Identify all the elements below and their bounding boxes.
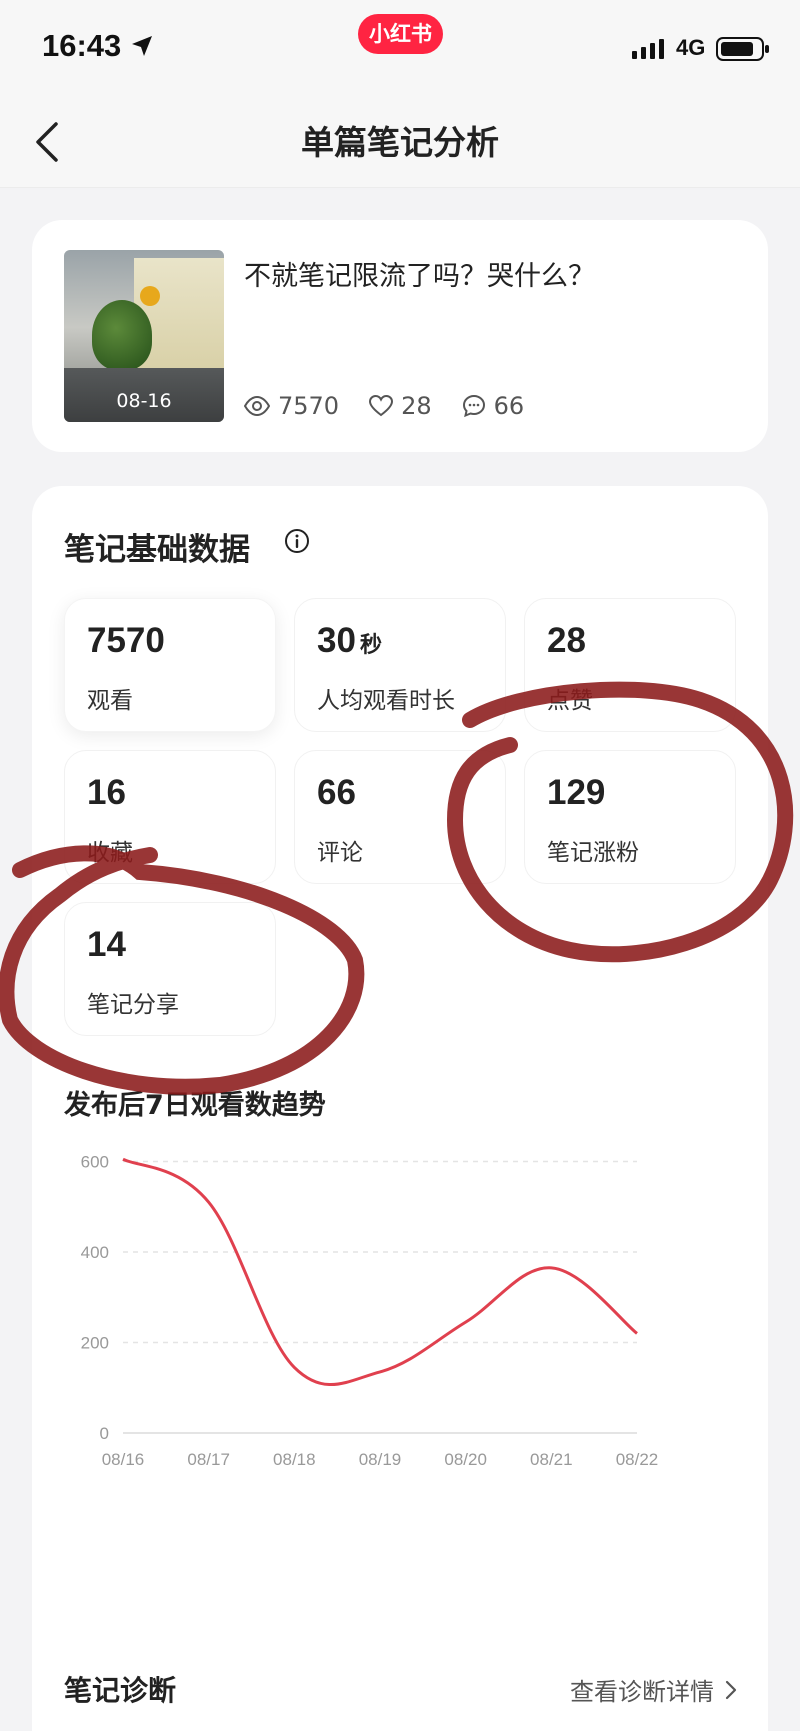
thumbnail-logo [140, 286, 160, 306]
x-tick-label: 08/16 [102, 1450, 145, 1469]
metric-value: 16 [87, 773, 126, 812]
battery-icon [716, 37, 769, 61]
metric-label: 笔记涨粉 [547, 840, 639, 866]
x-tick-label: 08/22 [616, 1450, 659, 1469]
diagnosis-link-label: 查看诊断详情 [570, 1678, 714, 1706]
metric-value: 66 [317, 773, 356, 812]
metric-value: 30 秒 [317, 621, 382, 660]
basic-data-title: 笔记基础数据 [64, 532, 250, 568]
network-type: 4G [676, 35, 706, 60]
comments-count: 66 [493, 392, 525, 420]
metric-unit: 秒 [359, 632, 382, 657]
x-tick-label: 08/19 [359, 1450, 402, 1469]
metric-value: 129 [547, 773, 606, 812]
app-badge: 小红书 [358, 14, 443, 54]
views-trend-line [122, 1157, 638, 1386]
nav-bar: 单篇笔记分析 [0, 96, 800, 188]
metric-new-followers[interactable]: 129 笔记涨粉 [524, 750, 736, 884]
metric-shares[interactable]: 14 笔记分享 [64, 902, 276, 1036]
x-tick-label: 08/18 [273, 1450, 316, 1469]
metric-comments[interactable]: 66 评论 [294, 750, 506, 884]
views-trend-chart: 020040060080008/1608/1708/1808/1908/2008… [81, 1153, 659, 1470]
note-title: 不就笔记限流了吗？哭什么？ [244, 261, 595, 292]
metric-collects[interactable]: 16 收藏 [64, 750, 276, 884]
y-tick-label: 600 [81, 1153, 109, 1172]
chevron-right-icon [725, 1680, 737, 1699]
thumbnail-plant [92, 300, 152, 370]
metric-label: 点赞 [547, 688, 593, 714]
metric-views[interactable]: 7570 观看 [64, 598, 276, 732]
x-tick-label: 08/20 [444, 1450, 487, 1469]
heart-icon [369, 395, 394, 417]
chart-title: 发布后7日观看数趋势 [64, 1090, 326, 1121]
metric-label: 观看 [87, 688, 133, 714]
x-tick-label: 08/17 [187, 1450, 230, 1469]
y-tick-label: 0 [100, 1424, 109, 1443]
metric-label: 收藏 [87, 840, 133, 866]
likes-count: 28 [401, 392, 432, 420]
metric-value: 28 [547, 621, 586, 660]
diagnosis-title: 笔记诊断 [64, 1674, 177, 1707]
location-arrow-icon [132, 36, 152, 56]
note-thumbnail[interactable]: 08-16 [64, 250, 224, 422]
metric-label: 人均观看时长 [317, 688, 455, 714]
eye-icon [244, 396, 270, 416]
metric-label: 笔记分享 [87, 992, 179, 1018]
status-time: 16:43 [42, 28, 122, 63]
note-stats: 7570 28 66 [244, 392, 554, 420]
note-card[interactable]: 08-16 不就笔记限流了吗？哭什么？ 7570 28 66 [32, 220, 768, 452]
x-tick-label: 08/21 [530, 1450, 573, 1469]
comments-stat: 66 [462, 392, 525, 420]
y-tick-label: 200 [81, 1334, 109, 1353]
thumbnail-date: 08-16 [116, 390, 172, 412]
likes-stat: 28 [369, 392, 432, 420]
metric-value: 14 [87, 925, 126, 964]
info-icon[interactable] [284, 528, 310, 554]
basic-data-card: 笔记基础数据 7570 观看 30 秒 人均观看时长 28 点赞 16 收藏 66… [32, 486, 768, 1731]
metric-likes[interactable]: 28 点赞 [524, 598, 736, 732]
metric-value: 7570 [87, 621, 165, 660]
page-title: 单篇笔记分析 [301, 123, 499, 162]
signal-icon [632, 39, 664, 59]
diagnosis-details-link[interactable]: 查看诊断详情 [570, 1672, 738, 1707]
comment-icon [462, 394, 485, 418]
metric-label: 评论 [317, 840, 363, 866]
status-bar: 16:43 小红书 4G [0, 0, 800, 96]
views-count: 7570 [278, 392, 340, 420]
metric-avg-watch-time[interactable]: 30 秒 人均观看时长 [294, 598, 506, 732]
views-stat: 7570 [244, 392, 339, 420]
y-tick-label: 400 [81, 1243, 109, 1262]
